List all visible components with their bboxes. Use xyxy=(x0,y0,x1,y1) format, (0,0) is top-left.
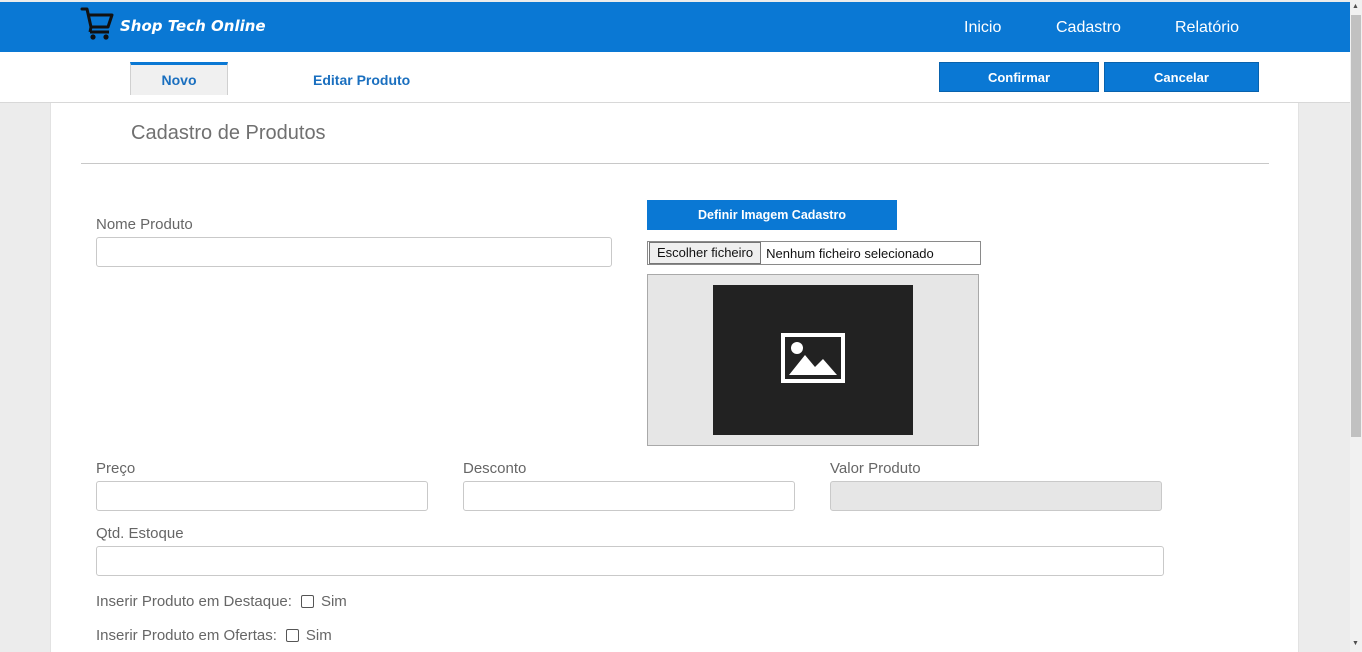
image-placeholder-icon xyxy=(781,332,845,388)
image-preview xyxy=(713,285,913,435)
nome-produto-label: Nome Produto xyxy=(96,216,193,233)
nav-inicio[interactable]: Inicio xyxy=(964,19,1001,37)
scroll-thumb[interactable] xyxy=(1351,15,1361,437)
desconto-input[interactable] xyxy=(463,481,795,511)
tab-toolbar: Novo Editar Produto Confirmar Cancelar xyxy=(0,52,1350,103)
destaque-checkbox[interactable] xyxy=(300,595,314,608)
confirm-button[interactable]: Confirmar xyxy=(939,62,1099,92)
desconto-label: Desconto xyxy=(463,460,527,477)
nav-relatorio[interactable]: Relatório xyxy=(1175,19,1239,37)
form-panel: Cadastro de Produtos Nome Produto Defini… xyxy=(50,103,1299,652)
tab-editar-produto[interactable]: Editar Produto xyxy=(313,72,410,88)
ofertas-checkbox[interactable] xyxy=(285,629,299,642)
nav-cadastro[interactable]: Cadastro xyxy=(1056,19,1121,37)
ofertas-label: Inserir Produto em Ofertas: xyxy=(96,627,277,644)
qtd-estoque-input[interactable] xyxy=(96,546,1164,576)
app-window: Shop Tech Online Inicio Cadastro Relatór… xyxy=(0,0,1362,652)
top-navbar: Shop Tech Online Inicio Cadastro Relatór… xyxy=(0,2,1350,52)
preco-label: Preço xyxy=(96,460,136,477)
ofertas-row: Inserir Produto em Ofertas: Sim xyxy=(96,627,332,644)
brand-name: Shop Tech Online xyxy=(120,17,266,35)
title-divider xyxy=(81,163,1269,164)
destaque-sim-label: Sim xyxy=(320,593,347,610)
file-status-text: Nenhum ficheiro selecionado xyxy=(766,245,934,261)
valor-produto-label: Valor Produto xyxy=(830,460,921,477)
preco-input[interactable] xyxy=(96,481,428,511)
brand-logo[interactable]: Shop Tech Online xyxy=(80,5,266,41)
valor-produto-input xyxy=(830,481,1162,511)
define-image-button[interactable]: Definir Imagem Cadastro xyxy=(647,200,897,230)
nome-produto-input[interactable] xyxy=(96,237,612,267)
image-preview-frame xyxy=(647,274,979,446)
cancel-button[interactable]: Cancelar xyxy=(1104,62,1259,92)
shopping-cart-icon xyxy=(80,5,116,41)
scroll-up-icon[interactable]: ▲ xyxy=(1352,3,1359,11)
scroll-down-icon[interactable]: ▼ xyxy=(1352,640,1359,648)
vertical-scrollbar[interactable]: ▲ ▼ xyxy=(1350,0,1362,652)
ofertas-sim-label: Sim xyxy=(305,627,332,644)
tab-novo[interactable]: Novo xyxy=(130,62,228,95)
choose-file-button[interactable]: Escolher ficheiro xyxy=(649,242,762,264)
qtd-estoque-label: Qtd. Estoque xyxy=(96,525,184,542)
destaque-row: Inserir Produto em Destaque: Sim xyxy=(96,593,347,610)
destaque-label: Inserir Produto em Destaque: xyxy=(96,593,292,610)
file-input[interactable]: Escolher ficheiro Nenhum ficheiro seleci… xyxy=(647,241,981,265)
page-title: Cadastro de Produtos xyxy=(131,122,326,144)
